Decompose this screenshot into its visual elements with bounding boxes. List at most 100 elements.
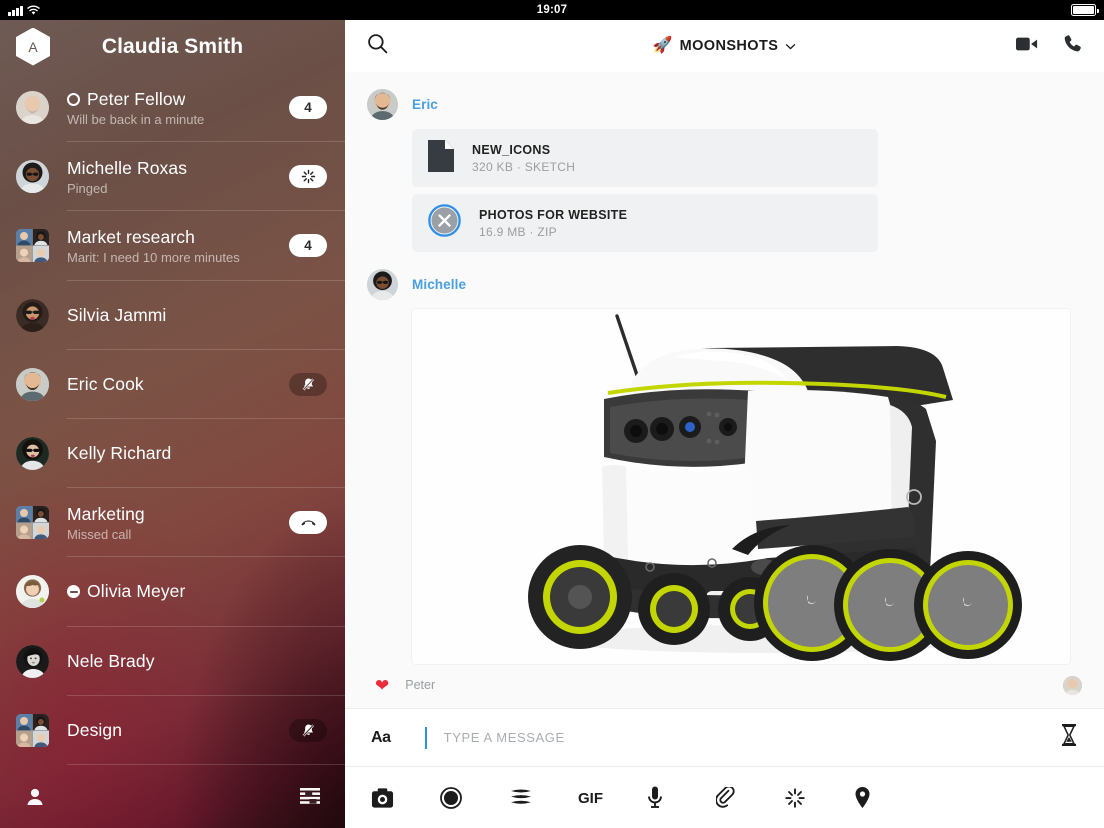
photo-woman-dark-glasses (16, 437, 49, 471)
video-camera-icon[interactable] (1016, 36, 1038, 57)
sidebar-title: Claudia Smith (101, 34, 244, 58)
conversation-item-michelle-roxas[interactable]: Michelle Roxas Pinged (0, 142, 345, 212)
message-author[interactable]: Michelle (412, 277, 466, 292)
record-icon[interactable] (440, 786, 509, 809)
avatar (16, 437, 49, 471)
attachment-meta: 320 KB · SKETCH (472, 159, 576, 174)
avatar (16, 229, 49, 263)
ping-sparkle-icon[interactable] (785, 787, 854, 808)
status-away-icon (67, 92, 80, 106)
attachment-new-icons[interactable]: NEW_ICONS 320 KB · SKETCH (412, 129, 878, 187)
avatar (16, 298, 49, 332)
status-dnd-icon (67, 585, 80, 599)
camera-icon[interactable] (371, 787, 440, 809)
conversation-name: Marketing (67, 503, 145, 524)
attachment-title: NEW_ICONS (472, 142, 551, 157)
conversation-text: Market research Marit: I need 10 more mi… (67, 227, 279, 265)
gif-label: GIF (578, 790, 603, 807)
conversation-subtitle: Pinged (67, 180, 108, 196)
attachment-title: PHOTOS FOR WEBSITE (479, 207, 628, 222)
conversation-item-marketing[interactable]: Marketing Missed call (0, 488, 345, 558)
group-collage (16, 713, 49, 747)
conversation-item-design[interactable]: Design (0, 696, 345, 766)
hourglass-icon[interactable] (1060, 723, 1078, 752)
muted-badge[interactable] (289, 372, 327, 396)
channel-topbar: 🚀 MOONSHOTS (345, 20, 1104, 72)
unread-count-badge[interactable]: 4 (289, 234, 327, 258)
message-image-delivery-robot[interactable] (412, 309, 1070, 664)
conversation-item-kelly-richard[interactable]: Kelly Richard (0, 419, 345, 489)
message-eric: Eric NEW_ICONS 320 KB · SKETCH PHOTOS FO… (345, 72, 1104, 252)
list-filter-icon[interactable] (299, 787, 321, 811)
conversation-subtitle: Will be back in a minute (67, 111, 205, 127)
conversation-item-eric-cook[interactable]: Eric Cook (0, 350, 345, 420)
conversation-item-silvia-jammi[interactable]: Silvia Jammi (0, 281, 345, 350)
message-thread[interactable]: Eric NEW_ICONS 320 KB · SKETCH PHOTOS FO… (345, 72, 1104, 700)
conversation-item-market-research[interactable]: Market research Marit: I need 10 more mi… (0, 211, 345, 281)
muted-badge[interactable] (289, 718, 327, 742)
attachment-info: PHOTOS FOR WEBSITE 16.9 MB · ZIP (479, 208, 627, 239)
bell-muted-icon (302, 724, 314, 737)
microphone-icon[interactable] (647, 786, 716, 809)
attachment-info: NEW_ICONS 320 KB · SKETCH (472, 143, 575, 174)
attachment-meta: 16.9 MB · ZIP (479, 224, 557, 239)
avatar[interactable] (367, 88, 398, 120)
photo-woman-afro-glasses (367, 268, 398, 300)
conversation-text: Michelle Roxas Pinged (67, 158, 279, 196)
message-header: Eric (367, 86, 1082, 122)
message-composer: Aa TYPE A MESSAGE GIF (345, 708, 1104, 828)
conversation-name: Nele Brady (67, 650, 155, 671)
seen-avatar (1063, 675, 1082, 695)
attachment-photos-for-website[interactable]: PHOTOS FOR WEBSITE 16.9 MB · ZIP (412, 194, 878, 252)
ping-sparkle-icon (301, 170, 315, 184)
photo-man-gray-beard (16, 91, 49, 125)
conversation-item-peter-fellow[interactable]: Peter Fellow Will be back in a minute 4 (0, 73, 345, 143)
text-format-button[interactable]: Aa (371, 729, 391, 747)
conversation-name: Peter Fellow (87, 88, 186, 109)
conversation-text: Kelly Richard (67, 443, 327, 464)
gif-icon[interactable]: GIF (578, 789, 647, 807)
delivery-robot-photo (412, 309, 1070, 664)
composer-input-row: Aa TYPE A MESSAGE (345, 709, 1104, 766)
battery-icon (1071, 4, 1099, 16)
avatar (16, 713, 49, 747)
missed-call-badge[interactable] (289, 511, 327, 535)
message-input[interactable]: TYPE A MESSAGE (444, 730, 565, 745)
channel-title-group[interactable]: 🚀 MOONSHOTS (345, 38, 1104, 54)
photo-woman-sunglasses (16, 298, 49, 332)
conversation-name: Silvia Jammi (67, 304, 167, 325)
conversation-subtitle: Marit: I need 10 more minutes (67, 249, 240, 265)
conversation-text: Design (67, 720, 279, 741)
phone-icon[interactable] (1062, 34, 1082, 59)
account-hex-avatar[interactable]: A (16, 27, 50, 66)
avatar[interactable] (367, 268, 398, 300)
photo-woman-bw (16, 644, 49, 678)
ping-badge[interactable] (289, 165, 327, 189)
heart-reaction-icon[interactable]: ❤ (375, 677, 389, 694)
message-author[interactable]: Eric (412, 97, 438, 112)
unread-count-badge[interactable]: 4 (289, 96, 327, 120)
avatar (16, 160, 49, 194)
group-collage (16, 506, 49, 540)
conversation-item-olivia-meyer[interactable]: Olivia Meyer (0, 557, 345, 627)
conversation-text: Marketing Missed call (67, 504, 279, 542)
sidebar-footer (0, 770, 345, 828)
search-icon[interactable] (367, 33, 388, 59)
location-pin-icon[interactable] (854, 786, 923, 809)
avatar (16, 644, 49, 678)
conversation-item-nele-brady[interactable]: Nele Brady (0, 627, 345, 696)
person-icon[interactable] (24, 786, 46, 813)
rocket-emoji-icon: 🚀 (652, 37, 673, 54)
sidebar-header: A Claudia Smith (0, 20, 345, 73)
avatar (16, 506, 49, 540)
cancel-upload-icon[interactable] (428, 204, 461, 242)
status-bar-clock: 19:07 (536, 4, 568, 16)
stack-icon[interactable] (509, 788, 578, 808)
message-reactions: ❤ Peter (345, 668, 1104, 700)
paperclip-icon[interactable] (716, 786, 785, 809)
main-pane: 🚀 MOONSHOTS Eric NEW_ICONS 320 KB · SKET… (345, 0, 1104, 828)
phone-missed-icon (301, 520, 315, 526)
reaction-author: Peter (405, 678, 436, 692)
message-michelle: Michelle (345, 252, 1104, 664)
composer-toolbar: GIF (345, 766, 1104, 828)
